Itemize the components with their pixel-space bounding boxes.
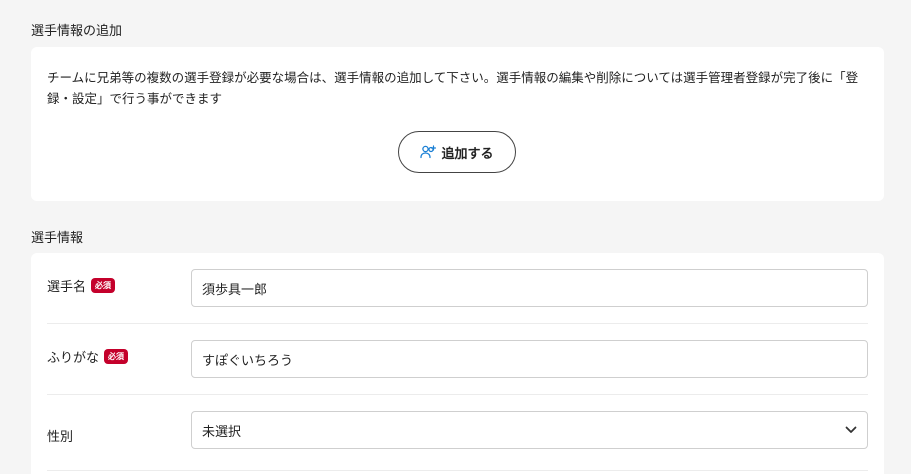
player-name-label-group: 選手名 必須 [47, 276, 116, 295]
player-gender-label-group: 性別 [47, 426, 73, 445]
gender-select[interactable]: 未選択 [191, 411, 868, 449]
add-player-card: チームに兄弟等の複数の選手登録が必要な場合は、選手情報の追加して下さい。選手情報… [31, 47, 884, 201]
player-kana-label-group: ふりがな 必須 [47, 347, 129, 366]
required-badge: 必須 [91, 278, 116, 293]
player-kana-row: ふりがな 必須 すぽぐいちろう [47, 324, 868, 395]
player-name-value: 須歩具一郎 [202, 282, 268, 298]
player-kana-label: ふりがな [47, 351, 100, 366]
player-kana-value: すぽぐいちろう [202, 353, 294, 369]
player-gender-row: 性別 未選択 [47, 395, 868, 471]
user-plus-icon [420, 145, 437, 159]
chevron-down-icon [845, 426, 857, 434]
required-badge: 必須 [104, 349, 129, 364]
add-section-title: 選手情報の追加 [31, 24, 123, 39]
gender-selected-value: 未選択 [202, 424, 242, 440]
player-section-title: 選手情報 [31, 231, 84, 246]
add-player-button[interactable]: 追加する [398, 131, 516, 173]
player-gender-label: 性別 [47, 430, 74, 445]
add-button-label: 追加する [441, 146, 494, 162]
player-name-input[interactable]: 須歩具一郎 [191, 269, 868, 307]
player-name-row: 選手名 必須 須歩具一郎 [47, 253, 868, 324]
add-player-notice: チームに兄弟等の複数の選手登録が必要な場合は、選手情報の追加して下さい。選手情報… [47, 70, 859, 106]
player-name-label: 選手名 [47, 280, 87, 295]
page: 選手情報の追加 チームに兄弟等の複数の選手登録が必要な場合は、選手情報の追加して… [0, 0, 911, 474]
player-kana-input[interactable]: すぽぐいちろう [191, 340, 868, 378]
player-info-card: 選手名 必須 須歩具一郎 ふりがな 必須 すぽぐいちろう 性別 未選択 [31, 253, 884, 474]
